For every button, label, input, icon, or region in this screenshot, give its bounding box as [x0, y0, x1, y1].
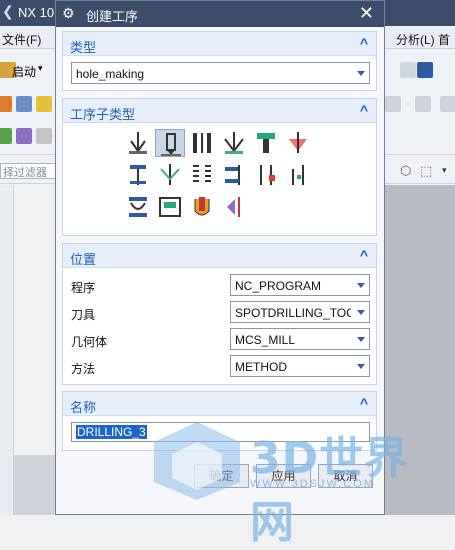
back-countersink-icon[interactable]	[155, 161, 185, 189]
menu-more[interactable]: 首	[438, 31, 450, 48]
menu-analysis[interactable]: 分析(L)	[396, 31, 435, 48]
dialog-title: 创建工序	[86, 9, 139, 24]
create-operation-dialog: ⚙ 创建工序 ✕ 类型 ^ hole_making 工序子类型 ^ 位置 ^ 程…	[55, 0, 385, 515]
polygon-icon[interactable]: ⬡	[400, 163, 411, 179]
name-input[interactable]: DRILLING_3	[71, 422, 370, 442]
thread-milling-icon[interactable]	[251, 161, 281, 189]
tool-icon[interactable]	[440, 96, 455, 112]
chevron-down-icon[interactable]: ▾	[38, 63, 43, 74]
geometry-select-value: MCS_MILL	[235, 333, 296, 347]
chevron-down-icon[interactable]: ▾	[442, 165, 447, 176]
chevron-down-icon[interactable]	[357, 337, 365, 342]
geometry-select[interactable]: MCS_MILL	[230, 328, 370, 350]
tool-icon[interactable]	[0, 96, 12, 112]
position-section-header[interactable]: 位置 ^	[63, 244, 376, 268]
collapse-icon[interactable]: ^	[360, 35, 368, 51]
type-section: 类型 ^ hole_making	[62, 31, 377, 91]
box-select-icon[interactable]: ⬚	[420, 163, 432, 179]
program-select[interactable]: NC_PROGRAM	[230, 274, 370, 296]
tapping-icon[interactable]	[187, 161, 217, 189]
type-select-value: hole_making	[76, 67, 145, 81]
tool-label: 刀具	[71, 308, 96, 322]
method-select-value: METHOD	[235, 360, 287, 374]
graphics-area	[378, 185, 455, 515]
counterbore-icon[interactable]	[251, 129, 281, 157]
name-section-label: 名称	[70, 400, 97, 415]
type-section-label: 类型	[70, 40, 97, 55]
tool-icon[interactable]	[0, 128, 12, 144]
geometry-label: 几何体	[71, 335, 108, 349]
name-section-header[interactable]: 名称 ^	[63, 392, 376, 416]
collapse-icon[interactable]: ^	[360, 102, 368, 118]
ok-button[interactable]: 确定	[194, 464, 249, 488]
tool-select-value: SPOTDRILLING_TOC	[235, 306, 351, 320]
program-select-value: NC_PROGRAM	[235, 279, 322, 293]
subtype-section-header[interactable]: 工序子类型 ^	[63, 99, 376, 123]
tool-icon[interactable]	[36, 128, 52, 144]
hole-generic-icon[interactable]	[219, 193, 249, 221]
chevron-down-icon[interactable]	[357, 71, 365, 76]
dialog-title-bar: ⚙ 创建工序 ✕	[56, 1, 384, 27]
collapse-icon[interactable]: ^	[360, 395, 368, 411]
deep-hole-drilling-icon[interactable]	[123, 161, 153, 189]
apply-button[interactable]: 应用	[256, 464, 311, 488]
subtype-section: 工序子类型 ^	[62, 98, 377, 236]
back-arrow-icon[interactable]: ❮	[2, 3, 14, 20]
hole-chamfer-icon[interactable]	[219, 161, 249, 189]
cancel-button[interactable]: 取消	[318, 464, 373, 488]
program-label: 程序	[71, 281, 96, 295]
type-select[interactable]: hole_making	[71, 62, 370, 84]
radial-groove-icon[interactable]	[187, 193, 217, 221]
chevron-down-icon[interactable]	[357, 364, 365, 369]
position-section: 位置 ^ 程序 NC_PROGRAM 刀具 SPOTDRILLING_TOC 几…	[62, 243, 377, 385]
spot-drilling-icon[interactable]	[123, 129, 153, 157]
boss-milling-icon[interactable]	[283, 161, 313, 189]
tool-icon[interactable]	[16, 128, 32, 144]
method-label: 方法	[71, 362, 96, 376]
snap-icon[interactable]	[400, 62, 416, 78]
filter-input[interactable]: 择过滤器	[0, 163, 56, 179]
app-title: NX 10	[18, 5, 55, 20]
type-section-header[interactable]: 类型 ^	[63, 32, 376, 56]
name-input-value: DRILLING_3	[76, 425, 147, 439]
gear-icon: ⚙	[62, 5, 75, 21]
countersink-icon[interactable]	[283, 129, 313, 157]
info-icon[interactable]	[417, 62, 433, 78]
collapse-icon[interactable]: ^	[360, 247, 368, 263]
tool-icon[interactable]	[16, 96, 32, 112]
sequential-drilling-icon[interactable]	[123, 193, 153, 221]
close-icon[interactable]: ✕	[359, 3, 374, 24]
hole-milling-icon[interactable]	[187, 129, 217, 157]
name-section: 名称 ^ DRILLING_3	[62, 391, 377, 451]
hole-making-icon[interactable]	[155, 193, 185, 221]
tool-icon[interactable]	[385, 96, 401, 112]
position-section-label: 位置	[70, 252, 97, 267]
chevron-down-icon[interactable]	[357, 283, 365, 288]
start-label[interactable]: 启动	[12, 63, 36, 80]
method-select[interactable]: METHOD	[230, 355, 370, 377]
tool-icon[interactable]	[415, 96, 431, 112]
tool-icon[interactable]	[36, 96, 52, 112]
tool-select[interactable]: SPOTDRILLING_TOC	[230, 301, 370, 323]
menu-file[interactable]: 文件(F)	[2, 31, 41, 48]
chevron-down-icon[interactable]	[357, 310, 365, 315]
subtype-section-label: 工序子类型	[70, 107, 136, 122]
drilling-icon[interactable]	[155, 129, 185, 157]
chamfer-icon[interactable]	[219, 129, 249, 157]
left-rail	[0, 185, 14, 515]
